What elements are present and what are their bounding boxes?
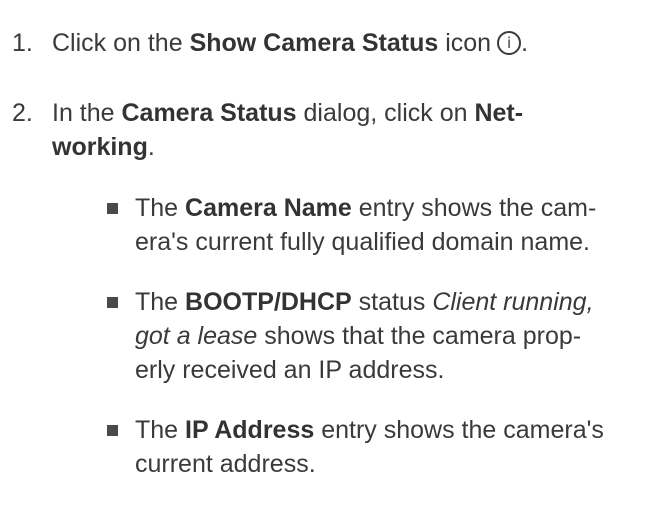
bullet-marker: [107, 297, 118, 308]
bullet-marker: [107, 203, 118, 214]
networking-label-part-2: working: [52, 133, 148, 161]
networking-label-part-1: Net-: [474, 99, 524, 127]
bullet-1-post: entry shows the cam-: [351, 194, 597, 222]
step-1-pre: Click on the: [52, 29, 190, 57]
camera-name-label: Camera Name: [185, 194, 352, 222]
step-2-line-2: working.: [52, 132, 155, 162]
step-2-line-1: In the Camera Status dialog, click on Ne…: [52, 98, 523, 128]
show-camera-status-label: Show Camera Status: [189, 29, 439, 57]
step-2-end: .: [147, 133, 155, 161]
bullet-3-line-2: current address.: [135, 450, 316, 478]
got-a-lease-text: got a lease: [135, 322, 258, 350]
step-1-text: Click on the Show Camera Status icon i.: [52, 28, 528, 58]
bullet-2-post: shows that the camera prop-: [257, 322, 582, 350]
ip-address-label: IP Address: [185, 416, 315, 444]
bootp-dhcp-label: BOOTP/DHCP: [185, 288, 352, 316]
bullet-2-line-1: The BOOTP/DHCP status Client running,: [135, 287, 594, 317]
bullet-1-pre: The: [135, 194, 186, 222]
bullet-marker: [107, 425, 118, 436]
instructions-document: 1. Click on the Show Camera Status icon i…: [0, 0, 650, 506]
step-2-number: 2.: [12, 99, 33, 127]
step-1-number: 1.: [12, 29, 33, 57]
step-2-pre: In the: [52, 99, 122, 127]
bullet-3-post: entry shows the camera's: [314, 416, 604, 444]
camera-status-label: Camera Status: [121, 99, 297, 127]
client-running-text: Client running,: [432, 288, 594, 316]
bullet-1-line-2: era's current fully qualified domain nam…: [135, 228, 591, 256]
info-icon: i: [497, 31, 522, 55]
step-1-end: .: [521, 29, 529, 57]
bullet-2-pre: The: [135, 288, 186, 316]
step-1-post: icon: [438, 29, 492, 57]
bullet-2-mid: status: [351, 288, 433, 316]
bullet-2-line-3: erly received an IP address.: [135, 356, 445, 384]
step-2-mid: dialog, click on: [296, 99, 475, 127]
bullet-3-line-1: The IP Address entry shows the camera's: [135, 415, 604, 445]
bullet-3-pre: The: [135, 416, 186, 444]
bullet-1-line-1: The Camera Name entry shows the cam-: [135, 193, 596, 223]
bullet-2-line-2: got a lease shows that the camera prop-: [135, 321, 581, 351]
